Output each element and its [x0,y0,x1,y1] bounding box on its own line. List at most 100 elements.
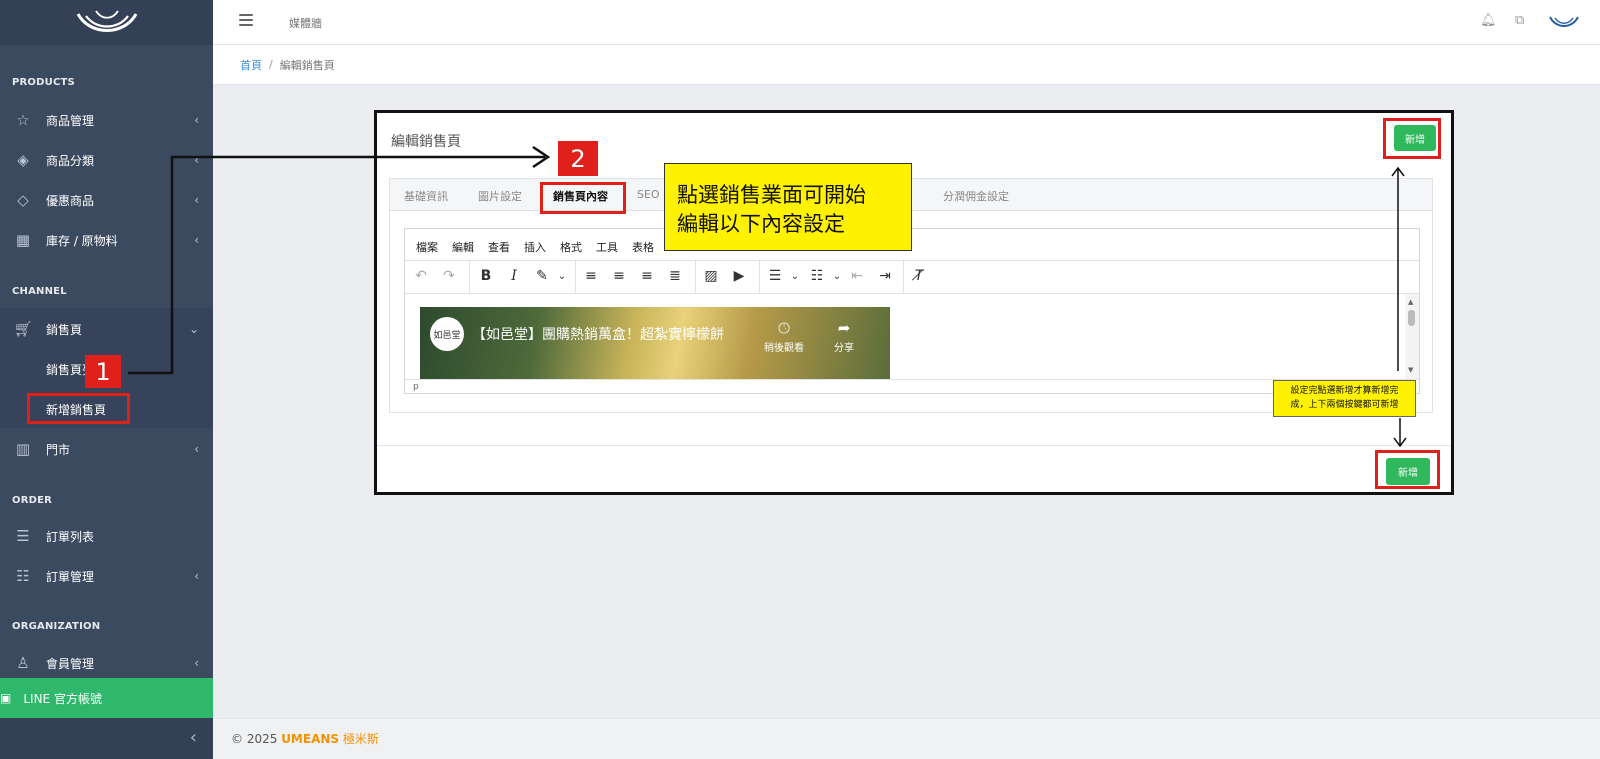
sidebar-item-sales-page[interactable]: 🛒︎ 銷售頁 ⌄ [0,309,213,349]
card-divider [377,445,1451,446]
sidebar-item-member-manage[interactable]: ♙ 會員管理 ‹ [0,643,213,683]
menu-file[interactable]: 檔案 [416,239,438,255]
video-title: 【如邑堂】團購熱銷萬盒！超紮實檸檬餅 [472,327,724,343]
editor-toolbar: ↶ ↷ B I ✎ ⌄ ≡ ≡ ≡ ≣ ▨ ▶ ☰ ⌄ ☷ ⌄ ⇤ ⇥ T̸ [405,261,1419,294]
chevron-down-icon: ⌄ [188,322,199,336]
cart-icon: 🛒︎ [13,320,33,338]
sidebar-item-label: 商品管理 [46,113,95,128]
tab-commission-settings[interactable]: 分潤佣金設定 [943,188,1009,204]
chevron-down-icon[interactable]: ⌄ [785,271,805,282]
sidebar-item-label: 會員管理 [46,656,95,671]
topbar-title: 媒體牆 [289,17,322,30]
numbered-list-icon[interactable]: ☷ [807,268,827,284]
image-icon[interactable]: ▨ [701,268,721,284]
watch-later-label: 稍後觀看 [764,343,804,354]
instruction-callout: 點選銷售業面可開始 編輯以下內容設定 [664,163,912,251]
page-title: 編輯銷售頁 [391,134,461,150]
sidebar-item-inventory[interactable]: ▦ 庫存 / 原物料 ‹ [0,220,213,260]
menu-edit[interactable]: 編輯 [452,239,474,255]
note-line-2: 成，上下兩個按鍵都可新增 [1290,400,1399,410]
sidebar-item-line-account[interactable]: ▣ LINE 官方帳號 [0,678,213,718]
chevron-down-icon[interactable]: ⌄ [827,271,847,282]
channel-avatar: 如邑堂 [430,317,464,351]
chevron-left-icon: ‹ [189,727,197,748]
user-icon: ♙ [16,654,30,672]
topbar: 媒體牆 🔔︎ ⧉ [213,0,1600,45]
embedded-video[interactable]: 如邑堂 【如邑堂】團購熱銷萬盒！超紮實檸檬餅 🕓︎ 稍後觀看 ➦ 分享 [420,307,890,379]
store-icon: ▥ [15,440,31,458]
align-right-icon[interactable]: ≡ [637,268,657,284]
sidebar-item-promo-products[interactable]: ◇ 優惠商品 ‹ [0,180,213,220]
footer-brand[interactable]: UMEANS [281,732,339,746]
chevron-left-icon: ‹ [194,442,199,456]
chevron-left-icon: ‹ [194,569,199,583]
share-button[interactable]: ➦ 分享 [834,319,854,354]
menu-tools[interactable]: 工具 [596,239,618,255]
sidebar-item-label: LINE 官方帳號 [23,691,102,706]
translate-icon[interactable]: ⧉ [1515,13,1524,28]
bell-icon[interactable]: 🔔︎ [1480,13,1497,28]
hamburger-menu-icon[interactable] [239,14,253,26]
footer-brand-cn[interactable]: 極米斯 [343,732,379,746]
sidebar-item-label: 訂單管理 [46,569,95,584]
bold-icon[interactable]: B [476,268,496,284]
align-justify-icon[interactable]: ≣ [665,268,685,284]
watch-later-button[interactable]: 🕓︎ 稍後觀看 [764,319,804,354]
breadcrumb-home-link[interactable]: 首頁 [240,57,262,73]
clear-format-icon[interactable]: T̸ [909,268,929,284]
boxes-icon: ▦ [15,231,31,249]
highlight-add-bottom [1375,450,1440,489]
sidebar-item-label: 訂單列表 [46,529,95,544]
media-icon[interactable]: ▶ [729,268,749,284]
sidebar-item-store[interactable]: ▥ 門市 ‹ [0,429,213,469]
editor-scrollbar[interactable]: ▲ ▼ [1405,294,1419,379]
sidebar-item-product-category[interactable]: ◈ 商品分類 ‹ [0,140,213,180]
menu-table[interactable]: 表格 [632,239,654,255]
menu-view[interactable]: 查看 [488,239,510,255]
menu-insert[interactable]: 插入 [524,239,546,255]
step-badge-1: 1 [85,355,121,388]
list-icon: ☰ [16,527,30,545]
italic-icon[interactable]: I [504,268,524,284]
section-channel: CHANNEL [12,286,67,297]
layers-icon: ◈ [17,151,29,169]
undo-icon[interactable]: ↶ [411,268,431,284]
bullet-list-icon[interactable]: ☰ [765,268,785,284]
chevron-left-icon: ‹ [194,113,199,127]
redo-icon[interactable]: ↷ [439,268,459,284]
brand-logo-icon [76,9,137,32]
callout-line-1: 點選銷售業面可開始 [677,183,866,207]
indent-icon[interactable]: ⇥ [875,268,895,284]
rich-text-editor: 檔案 編輯 查看 插入 格式 工具 表格 ↶ ↷ B I ✎ ⌄ ≡ ≡ ≡ ≣ [404,228,1420,394]
sidebar-item-label: 銷售頁 [46,322,83,337]
highlight-add-top [1383,118,1441,159]
outdent-icon[interactable]: ⇤ [847,268,867,284]
footer-copyright: © 2025 [231,732,278,746]
chevron-down-icon[interactable]: ⌄ [552,271,572,282]
editor-content[interactable]: 如邑堂 【如邑堂】團購熱銷萬盒！超紮實檸檬餅 🕓︎ 稍後觀看 ➦ 分享 ▲ ▼ [405,294,1419,379]
share-label: 分享 [834,343,854,354]
sidebar-item-order-manage[interactable]: ☷ 訂單管理 ‹ [0,556,213,596]
highlight-icon[interactable]: ✎ [532,268,552,284]
menu-format[interactable]: 格式 [560,239,582,255]
chevron-left-icon: ‹ [194,233,199,247]
highlight-tab-content [540,182,626,214]
section-products: PRODUCTS [12,77,75,88]
align-center-icon[interactable]: ≡ [609,268,629,284]
sidebar-logo[interactable] [0,0,213,45]
tab-image-settings[interactable]: 圖片設定 [478,188,522,204]
align-left-icon[interactable]: ≡ [581,268,601,284]
sidebar-item-label: 庫存 / 原物料 [46,233,118,248]
highlight-add-sales-page [27,393,130,424]
avatar-logo-icon[interactable] [1549,14,1579,30]
step-badge-2: 2 [558,141,598,176]
breadcrumb-current: 編輯銷售頁 [279,58,335,72]
tab-basic-info[interactable]: 基礎資訊 [404,188,448,204]
tab-seo[interactable]: SEO [637,188,660,201]
editor-menubar: 檔案 編輯 查看 插入 格式 工具 表格 [405,229,1419,261]
diamond-icon: ◇ [17,191,29,209]
line-icon: ▣ [0,691,12,705]
sidebar-collapse-button[interactable]: ‹ [0,718,213,759]
sidebar-item-order-list[interactable]: ☰ 訂單列表 [0,516,213,556]
sidebar-item-product-manage[interactable]: ☆ 商品管理 ‹ [0,100,213,140]
